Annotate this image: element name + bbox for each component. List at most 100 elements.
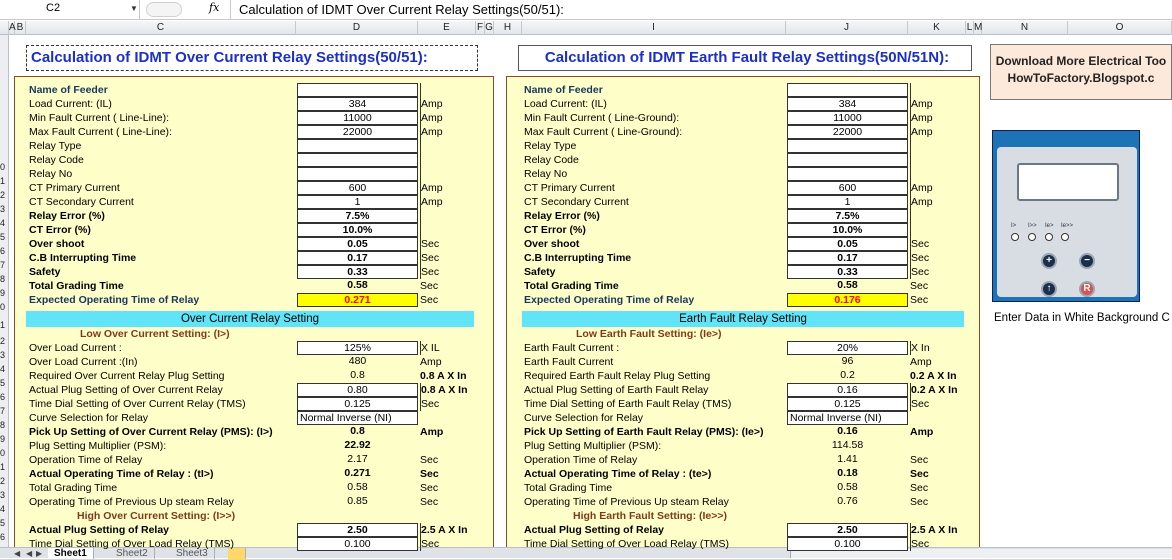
column-header[interactable]: K [908,21,966,35]
select-all-corner[interactable] [0,21,9,35]
param-value[interactable]: 0.17 [787,251,908,265]
row-header[interactable]: 8 [0,274,8,285]
param-value[interactable]: 0.80 [297,383,418,397]
param-value[interactable]: 20% [787,341,908,355]
param-value[interactable] [787,153,908,167]
row-header[interactable]: 1 [0,176,8,187]
column-header[interactable]: J [786,21,908,35]
param-value[interactable]: 0.100 [297,537,418,551]
param-value[interactable]: 7.5% [787,209,908,223]
param-value[interactable]: 0.33 [297,265,418,279]
param-value[interactable] [297,139,418,153]
param-unit [420,153,421,167]
formula-input[interactable]: Calculation of IDMT Over Current Relay S… [230,0,1172,19]
param-value[interactable]: 2.50 [787,523,908,537]
param-value[interactable]: 11000 [297,111,418,125]
param-value[interactable]: 11000 [787,111,908,125]
row-header[interactable]: 5 [0,232,8,243]
param-value[interactable]: 22000 [787,125,908,139]
row-header[interactable]: 8 [0,420,8,431]
param-value[interactable]: 10.0% [787,223,908,237]
row-header[interactable]: 7 [0,406,8,417]
param-value[interactable]: 0.100 [787,537,908,551]
param-value[interactable]: 22000 [297,125,418,139]
led-label: Ie>> [1061,223,1074,229]
row-header[interactable]: 5 [0,518,8,529]
param-value[interactable]: 0.05 [787,237,908,251]
row-header[interactable]: 6 [0,392,8,403]
param-unit [910,223,911,237]
row-header[interactable]: 4 [0,504,8,515]
name-box[interactable]: C2 [0,0,140,19]
param-value[interactable]: Normal Inverse (NI) [297,411,418,425]
param-value[interactable] [297,167,418,181]
row-header[interactable]: 4 [0,218,8,229]
param-value[interactable] [297,153,418,167]
param-value[interactable]: 0.125 [787,397,908,411]
row-header[interactable]: 2 [0,336,8,347]
row-header[interactable]: 3 [0,490,8,501]
row-header[interactable]: 0 [0,302,8,313]
param-value[interactable]: 10.0% [297,223,418,237]
param-value[interactable]: 2.50 [297,523,418,537]
param-value[interactable]: Normal Inverse (NI) [787,411,908,425]
ef-high-setting-title: High Earth Fault Setting: (Ie>>) [573,510,728,522]
column-header[interactable]: M [974,21,982,35]
row-header[interactable]: 0 [0,162,8,173]
param-value: 114.58 [831,439,864,451]
column-header[interactable]: O [1068,21,1172,35]
row-header[interactable]: 6 [0,532,8,543]
row-header[interactable]: 1 [0,462,8,473]
param-value[interactable]: 125% [297,341,418,355]
function-icon[interactable]: fx [209,1,219,14]
param-value[interactable] [787,83,908,97]
column-header[interactable]: H [494,21,522,35]
column-header[interactable]: E [418,21,476,35]
chevron-down-icon[interactable]: ▼ [130,4,138,13]
row-header[interactable]: 9 [0,288,8,299]
row-header[interactable]: 3 [0,204,8,215]
param-value[interactable] [787,167,908,181]
oc-high-setting-title: High Over Current Setting: (I>>) [77,510,236,522]
column-header[interactable]: L [966,21,974,35]
column-header[interactable]: C [26,21,296,35]
param-value[interactable]: 7.5% [297,209,418,223]
row-header[interactable]: 9 [0,434,8,445]
param-value[interactable]: 0.125 [297,397,418,411]
download-line1[interactable]: Download More Electrical Too [991,53,1171,70]
oc-title[interactable]: Calculation of IDMT Over Current Relay S… [26,45,478,71]
param-value[interactable]: 600 [787,181,908,195]
param-value[interactable] [297,83,418,97]
param-value[interactable]: 384 [297,97,418,111]
row-header[interactable]: 0 [0,448,8,459]
first-sheet-icon[interactable]: ◀ [14,548,20,559]
param-value[interactable]: 384 [787,97,908,111]
param-unit: Sec [420,237,440,251]
row-header[interactable]: 2 [0,190,8,201]
column-header[interactable]: N [982,21,1068,35]
row-header[interactable]: 1 [0,320,8,331]
param-value[interactable]: 600 [297,181,418,195]
row-header[interactable]: 2 [0,476,8,487]
param-value[interactable] [787,139,908,153]
row-header[interactable]: 5 [0,378,8,389]
row-header[interactable]: 7 [0,260,8,271]
download-line2[interactable]: HowToFactory.Blogspot.c [991,70,1171,87]
param-value[interactable]: 0.05 [297,237,418,251]
column-header[interactable]: F [476,21,485,35]
row-header[interactable]: 4 [0,364,8,375]
enter-data-note[interactable]: Enter Data in White Background C [994,312,1170,324]
row-header[interactable]: 6 [0,246,8,257]
param-label: Pick Up Setting of Earth Fault Relay (PM… [524,426,764,438]
param-value[interactable]: 1 [297,195,418,209]
row-header[interactable]: 3 [0,350,8,361]
column-header[interactable]: I [522,21,786,35]
download-banner[interactable]: Download More Electrical Too HowToFactor… [990,44,1172,100]
param-value[interactable]: 0.33 [787,265,908,279]
column-header[interactable]: B [15,21,26,35]
param-value[interactable]: 1 [787,195,908,209]
column-header[interactable]: D [296,21,418,35]
param-value[interactable]: 0.16 [787,383,908,397]
param-value[interactable]: 0.17 [297,251,418,265]
column-header[interactable]: G [485,21,494,35]
